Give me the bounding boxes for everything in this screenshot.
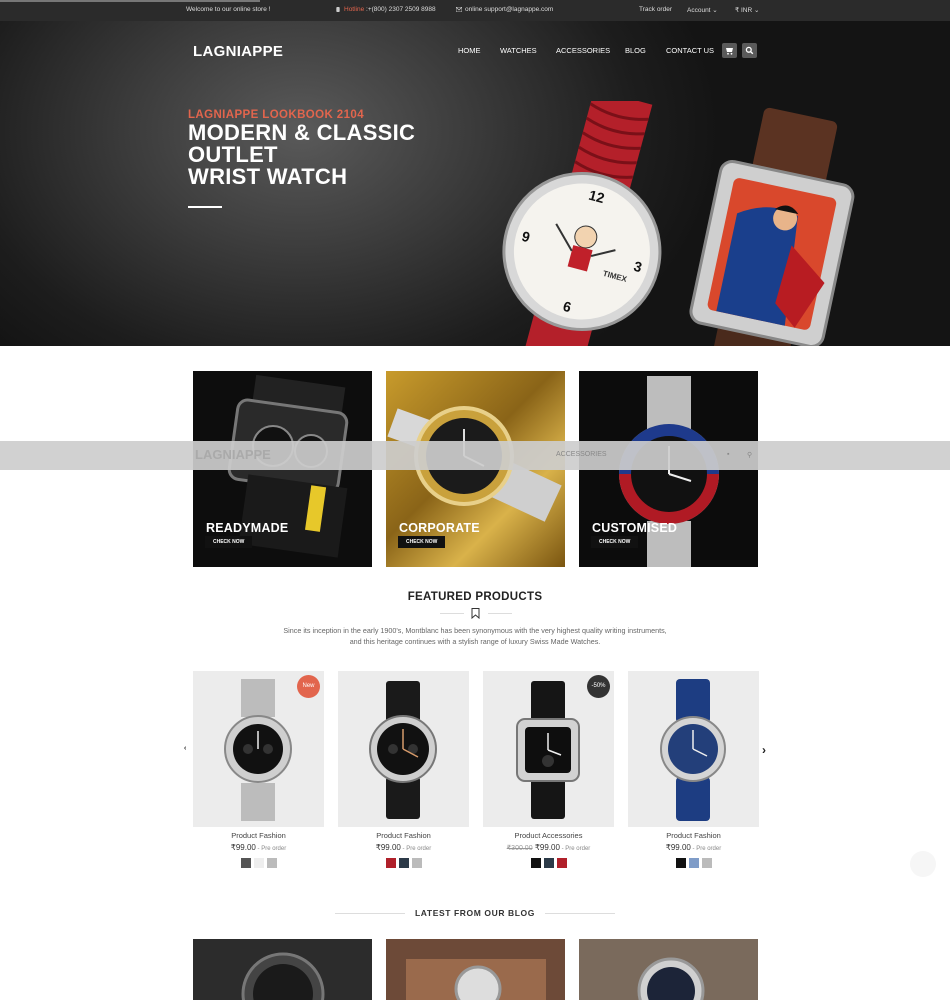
swatch[interactable]: [556, 858, 567, 868]
cart-icon: [726, 48, 733, 55]
product-card[interactable]: [338, 671, 469, 827]
hero-banner: LAGNIAPPE HOME WATCHES ACCESSORIES BLOG …: [0, 21, 950, 346]
sticky-logo[interactable]: LAGNIAPPE: [195, 447, 271, 462]
blog-card[interactable]: [386, 939, 565, 1000]
featured-title: FEATURED PRODUCTS: [407, 591, 543, 603]
mail-icon: [456, 6, 462, 12]
category-label: READYMADE: [206, 521, 289, 535]
swatch[interactable]: [688, 858, 699, 868]
hero-title-line3: WRIST WATCH: [188, 164, 348, 189]
swatch[interactable]: [240, 858, 251, 868]
hotline: Hotline :+(800) 2307 2509 8988: [335, 6, 436, 13]
color-swatches: [193, 858, 324, 868]
color-swatches: [338, 858, 469, 868]
sticky-nav-accessories[interactable]: ACCESSORIES: [556, 451, 607, 458]
blog-image: [579, 939, 758, 1000]
swatch[interactable]: [253, 858, 264, 868]
divider: [440, 613, 464, 614]
divider: [488, 613, 512, 614]
product-price: ₹99.00 - Pre order: [375, 843, 432, 852]
product-name[interactable]: Product Fashion: [338, 831, 469, 840]
hero-title-line1: MODERN & CLASSIC: [188, 120, 416, 145]
hero-watches-image: 12 3 6 9 TIMEX: [502, 101, 855, 346]
nav-home[interactable]: HOME: [458, 46, 481, 55]
sticky-header: LAGNIAPPE ACCESSORIES ▪ ⚲: [0, 441, 950, 470]
color-swatches: [628, 858, 759, 868]
scroll-top-button[interactable]: [910, 851, 936, 877]
search-icon: [745, 46, 754, 55]
track-order-link[interactable]: Track order: [639, 6, 672, 13]
product-image: [660, 679, 726, 821]
site-logo[interactable]: LAGNIAPPE: [193, 43, 283, 60]
check-now-button[interactable]: CHECK NOW: [591, 536, 639, 548]
blog-card[interactable]: [193, 939, 372, 1000]
support-email[interactable]: online support@lagnappe.com: [456, 6, 553, 13]
loading-bar: [0, 0, 260, 2]
product-name[interactable]: Product Accessories: [483, 831, 614, 840]
blog-card[interactable]: [579, 939, 758, 1000]
product-card[interactable]: New: [193, 671, 324, 827]
currency-dropdown[interactable]: ₹ INR ⌄: [735, 6, 759, 14]
welcome-text: Welcome to our online store !: [186, 6, 271, 13]
blog-title: LATEST FROM OUR BLOG: [415, 908, 535, 918]
product-price: ₹99.00 - Pre order: [230, 843, 287, 852]
top-bar: Welcome to our online store ! Hotline :+…: [0, 0, 950, 21]
category-label: CUSTOMISED: [592, 521, 678, 535]
product-name[interactable]: Product Fashion: [193, 831, 324, 840]
cart-button[interactable]: [722, 43, 737, 58]
featured-description: Since its inception in the early 1900's,…: [283, 626, 667, 646]
discount-badge: -50%: [587, 675, 610, 698]
product-price: ₹300.00 ₹99.00 - Pre order: [506, 843, 591, 852]
nav-blog[interactable]: BLOG: [625, 46, 646, 55]
search-button[interactable]: [742, 43, 757, 58]
sticky-cart-icon[interactable]: ▪: [727, 451, 729, 458]
product-card[interactable]: -50%: [483, 671, 614, 827]
blog-image: [406, 959, 546, 1000]
sticky-search-icon[interactable]: ⚲: [747, 451, 752, 459]
phone-icon: [336, 6, 340, 12]
swatch[interactable]: [411, 858, 422, 868]
swatch[interactable]: [398, 858, 409, 868]
title-underline: [188, 206, 222, 208]
check-now-button[interactable]: CHECK NOW: [398, 536, 446, 548]
blog-image: [241, 952, 325, 1000]
nav-accessories[interactable]: ACCESSORIES: [556, 46, 610, 55]
swatch[interactable]: [543, 858, 554, 868]
chevron-left-icon[interactable]: ‹: [184, 745, 186, 752]
swatch[interactable]: [701, 858, 712, 868]
category-label: CORPORATE: [399, 521, 480, 535]
nav-contact[interactable]: CONTACT US: [666, 46, 714, 55]
swatch[interactable]: [530, 858, 541, 868]
product-price: ₹99.00 - Pre order: [665, 843, 722, 852]
hero-title-line2: OUTLET: [188, 142, 278, 167]
chevron-right-icon[interactable]: ›: [762, 743, 766, 757]
swatch[interactable]: [266, 858, 277, 868]
product-card[interactable]: [628, 671, 759, 827]
product-image: [369, 681, 437, 819]
check-now-button[interactable]: CHECK NOW: [205, 536, 253, 548]
account-dropdown[interactable]: Account ⌄: [687, 6, 718, 14]
hero-title: MODERN & CLASSIC OUTLET WRIST WATCH: [188, 120, 416, 208]
color-swatches: [483, 858, 614, 868]
product-name[interactable]: Product Fashion: [628, 831, 759, 840]
nav-watches[interactable]: WATCHES: [500, 46, 537, 55]
swatch[interactable]: [675, 858, 686, 868]
swatch[interactable]: [385, 858, 396, 868]
bookmark-icon: [471, 608, 480, 619]
new-badge: New: [297, 675, 320, 698]
